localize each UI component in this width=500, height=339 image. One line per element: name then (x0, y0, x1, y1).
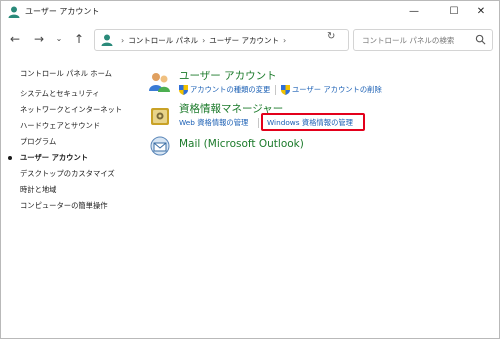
window-title: ユーザー アカウント (25, 7, 100, 16)
windows-credentials-link[interactable]: Windows 資格情報の管理 (267, 118, 353, 128)
control-panel-window: ユーザー アカウント — ☐ ✕ ← → ⌄ ↑ › コントロール パネル › … (0, 0, 500, 339)
sidebar-item-clock-region[interactable]: 時計と地域 (20, 184, 56, 195)
breadcrumb-separator[interactable]: › (202, 36, 205, 45)
sidebar-item-user-accounts[interactable]: ユーザー アカウント (20, 152, 88, 163)
control-panel-icon (101, 34, 113, 46)
sidebar-item-appearance[interactable]: デスクトップのカスタマイズ (20, 168, 115, 179)
shield-icon (179, 85, 188, 95)
mail-icon (150, 136, 170, 156)
link-divider (258, 118, 259, 128)
search-box[interactable]: コントロール パネルの検索 (353, 29, 493, 51)
sidebar-item-ease-of-access[interactable]: コンピューターの簡単操作 (20, 200, 108, 211)
breadcrumb-control-panel[interactable]: コントロール パネル (128, 35, 198, 46)
mail-title[interactable]: Mail (Microsoft Outlook) (179, 138, 304, 151)
sidebar-item-network-internet[interactable]: ネットワークとインターネット (20, 104, 122, 115)
remove-user-accounts-link[interactable]: ユーザー アカウントの削除 (292, 85, 382, 95)
link-divider (275, 85, 276, 95)
credential-manager-icon (151, 108, 169, 125)
sidebar-item-control-panel-home[interactable]: コントロール パネル ホーム (20, 68, 112, 79)
navigation-bar: ← → ⌄ ↑ › コントロール パネル › ユーザー アカウント › ⌄ ↻ … (1, 27, 499, 53)
current-section-bullet (8, 156, 12, 160)
shield-icon (281, 85, 290, 95)
sidebar-item-hardware-sound[interactable]: ハードウェアとサウンド (20, 120, 100, 131)
user-accounts-icon (8, 6, 20, 18)
title-bar: ユーザー アカウント — ☐ ✕ (1, 1, 499, 23)
search-icon[interactable] (475, 34, 486, 45)
web-credentials-link[interactable]: Web 資格情報の管理 (179, 118, 248, 128)
user-accounts-icon (149, 73, 170, 92)
breadcrumb-user-accounts[interactable]: ユーザー アカウント (209, 35, 279, 46)
back-button[interactable]: ← (7, 31, 23, 47)
minimize-button[interactable]: — (394, 1, 434, 21)
change-account-type-link[interactable]: アカウントの種類の変更 (190, 85, 270, 95)
address-bar[interactable]: › コントロール パネル › ユーザー アカウント › ⌄ (94, 29, 407, 51)
user-accounts-title[interactable]: ユーザー アカウント (179, 70, 277, 83)
forward-button[interactable]: → (31, 31, 47, 47)
sidebar-item-programs[interactable]: プログラム (20, 136, 56, 147)
refresh-button[interactable]: ↻ (327, 31, 335, 42)
breadcrumb-separator[interactable]: › (121, 36, 124, 45)
breadcrumb: › コントロール パネル › ユーザー アカウント › (117, 30, 290, 50)
recent-locations-button[interactable]: ⌄ (51, 31, 67, 47)
close-button[interactable]: ✕ (461, 1, 500, 21)
search-input[interactable]: コントロール パネルの検索 (362, 35, 454, 46)
up-button[interactable]: ↑ (71, 31, 87, 47)
breadcrumb-separator[interactable]: › (283, 36, 286, 45)
sidebar-item-system-security[interactable]: システムとセキュリティ (20, 88, 100, 99)
